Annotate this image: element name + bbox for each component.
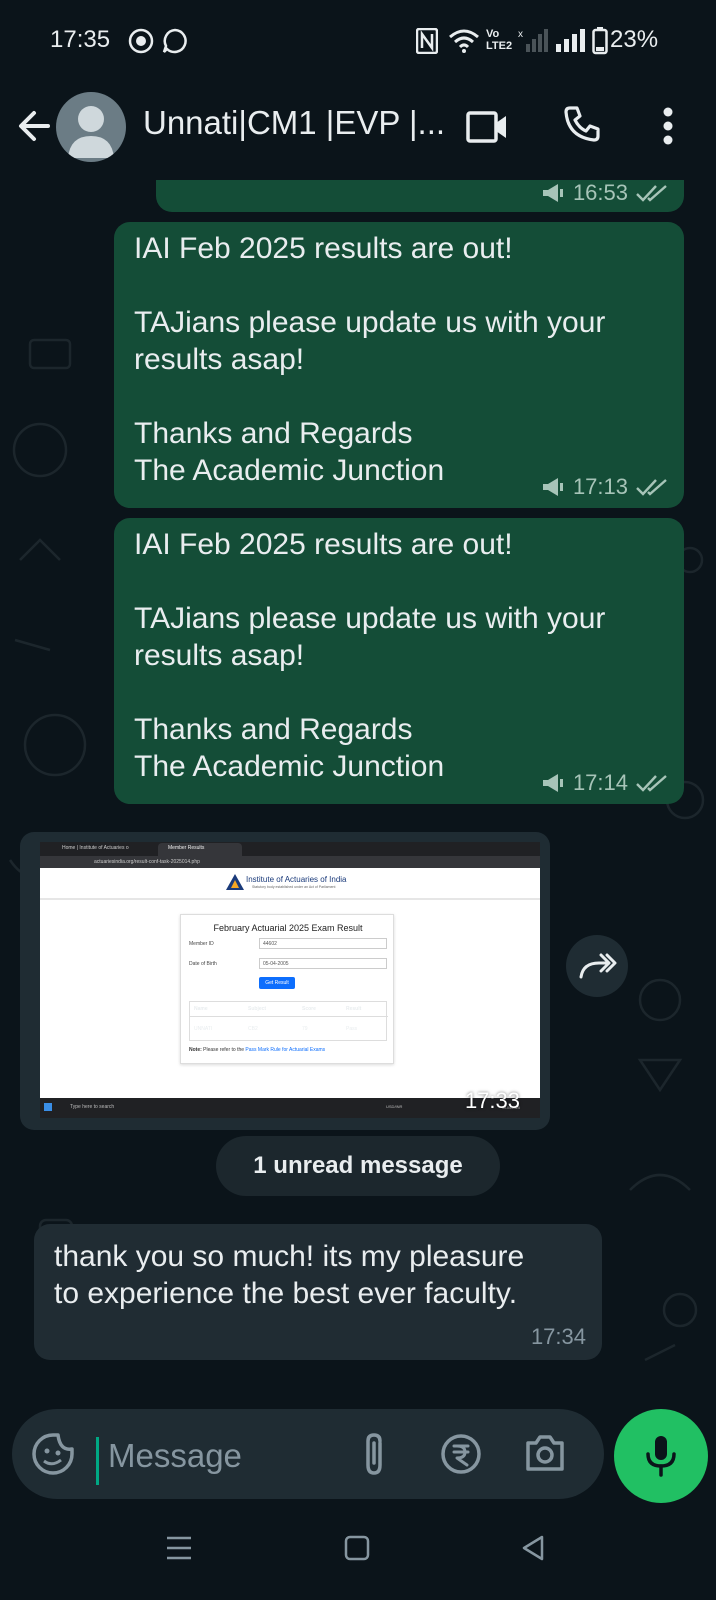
note-link[interactable]: Pass Mark Rule for Actuarial Exams <box>245 1047 325 1053</box>
dob-value: 05-04-2005 <box>263 961 289 967</box>
message-composer: Message <box>0 1405 716 1505</box>
member-id-input[interactable]: 44602 <box>259 938 387 949</box>
signal-icon-sim1: x <box>518 29 548 52</box>
nfc-icon <box>416 28 438 54</box>
dob-input[interactable]: 05-04-2005 <box>259 958 387 969</box>
table-cell-subject: CB2 <box>248 1026 258 1032</box>
taskbar-search: Type here to search <box>70 1104 115 1110</box>
result-card: February Actuarial 2025 Exam Result Memb… <box>180 914 394 1064</box>
broadcast-icon <box>542 478 563 496</box>
home-icon[interactable] <box>344 1535 370 1561</box>
voice-record-button[interactable] <box>614 1409 708 1503</box>
attach-icon[interactable] <box>360 1431 390 1479</box>
dob-label: Date of Birth <box>189 961 217 967</box>
message-text: IAI Feb 2025 results are out! TAJians pl… <box>134 528 606 783</box>
member-id-value: 44602 <box>263 941 277 947</box>
instagram-icon <box>128 28 154 54</box>
unread-divider: 1 unread message <box>216 1136 500 1196</box>
more-options-icon[interactable] <box>662 106 674 146</box>
message-bubble-outgoing[interactable]: IAI Feb 2025 results are out! TAJians pl… <box>114 222 684 508</box>
member-id-label: Member ID <box>189 941 214 947</box>
image-time: 17:33 <box>464 1088 520 1113</box>
message-meta: 16:53 <box>541 180 668 206</box>
table-cell-score: 79 <box>302 1026 308 1032</box>
message-time: 16:53 <box>572 180 628 205</box>
battery-icon <box>592 27 608 55</box>
avatar[interactable] <box>56 92 126 162</box>
message-bubble-outgoing[interactable]: IAI Feb 2025 results are out! TAJians pl… <box>114 518 684 804</box>
result-webpage: Institute of Actuaries of India Statutor… <box>40 868 540 1098</box>
chat-header: Unnati|CM1 |EVP |... <box>0 84 716 180</box>
message-text: thank you so much! its my pleasure to ex… <box>54 1240 525 1310</box>
browser-url: actuariesindia.org/result-conf-task-2025… <box>94 859 200 865</box>
message-time: 17:34 <box>530 1324 586 1349</box>
browser-tabs: Home | Institute of Actuaries o Member R… <box>40 842 540 856</box>
wifi-icon <box>449 29 479 53</box>
double-check-icon <box>636 479 667 496</box>
message-input-container[interactable]: Message <box>12 1409 604 1499</box>
table-cell-name: UNNATI <box>194 1026 213 1032</box>
signal-icon <box>556 29 585 52</box>
table-header-name: Name <box>194 1006 208 1012</box>
message-bubble-outgoing[interactable]: 16:53 <box>156 180 684 212</box>
back-arrow-icon[interactable] <box>14 106 54 146</box>
recents-icon[interactable] <box>166 1535 192 1561</box>
note-label: Note: <box>189 1047 202 1053</box>
broadcast-icon <box>542 184 563 202</box>
org-sub: Statutory body established under an Act … <box>252 885 336 889</box>
forward-button[interactable] <box>566 935 628 997</box>
broadcast-icon <box>542 774 563 792</box>
message-time: 17:13 <box>572 474 628 499</box>
get-result-button[interactable]: Get Result <box>259 977 295 989</box>
status-time: 17:35 <box>50 26 111 53</box>
svg-text:x: x <box>518 29 523 40</box>
result-table: Name Subject Score Result UNNATI CB2 79 … <box>189 1001 388 1041</box>
browser-tab-1: Home | Institute of Actuaries o <box>62 845 129 851</box>
text-cursor <box>96 1437 99 1485</box>
table-header-score: Score <box>302 1006 316 1012</box>
chat-area[interactable]: 16:53 IAI Feb 2025 results are out! TAJi… <box>0 180 716 1405</box>
table-cell-result: Pass <box>346 1026 358 1032</box>
taskbar-ticker: USD/INR <box>386 1104 403 1109</box>
sticker-icon[interactable] <box>32 1433 74 1475</box>
whatsapp-icon <box>162 28 187 54</box>
voice-call-icon[interactable] <box>562 104 602 144</box>
image-message[interactable]: Home | Institute of Actuaries o Member R… <box>20 832 550 1130</box>
message-meta: 17:13 <box>541 474 668 500</box>
volte-icon: Vo LTE2 <box>486 28 513 52</box>
iai-logo-icon <box>226 874 244 890</box>
shared-screenshot[interactable]: Home | Institute of Actuaries o Member R… <box>40 842 540 1118</box>
note-text: Please refer to the <box>203 1047 245 1053</box>
camera-icon[interactable] <box>524 1433 566 1473</box>
table-header-subject: Subject <box>248 1006 267 1012</box>
back-icon[interactable] <box>520 1535 546 1561</box>
table-header-result: Result <box>346 1006 362 1012</box>
message-time: 17:14 <box>572 770 628 795</box>
result-title: February Actuarial 2025 Exam Result <box>213 923 363 933</box>
result-note: Note: Please refer to the Pass Mark Rule… <box>189 1047 325 1053</box>
chat-title[interactable]: Unnati|CM1 |EVP |... <box>143 104 445 142</box>
status-bar: 17:35 Vo LTE2 x 23% <box>0 0 716 84</box>
rupee-payment-icon[interactable] <box>440 1433 482 1475</box>
forward-icon <box>579 953 617 979</box>
double-check-icon <box>636 185 667 202</box>
message-bubble-incoming[interactable]: thank you so much! its my pleasure to ex… <box>34 1224 602 1360</box>
video-call-icon[interactable] <box>466 108 508 146</box>
message-input[interactable]: Message <box>108 1437 242 1475</box>
message-meta: 17:14 <box>541 770 668 796</box>
default-avatar-icon <box>68 106 114 158</box>
system-navbar <box>0 1505 716 1600</box>
message-text: IAI Feb 2025 results are out! TAJians pl… <box>134 232 606 487</box>
battery-percent: 23% <box>610 26 659 53</box>
mic-icon <box>646 1436 676 1477</box>
windows-start-icon <box>44 1103 52 1111</box>
browser-address-bar: actuariesindia.org/result-conf-task-2025… <box>40 856 540 868</box>
org-name: Institute of Actuaries of India <box>246 875 347 884</box>
browser-tab-2: Member Results <box>168 845 205 851</box>
double-check-icon <box>636 775 667 792</box>
